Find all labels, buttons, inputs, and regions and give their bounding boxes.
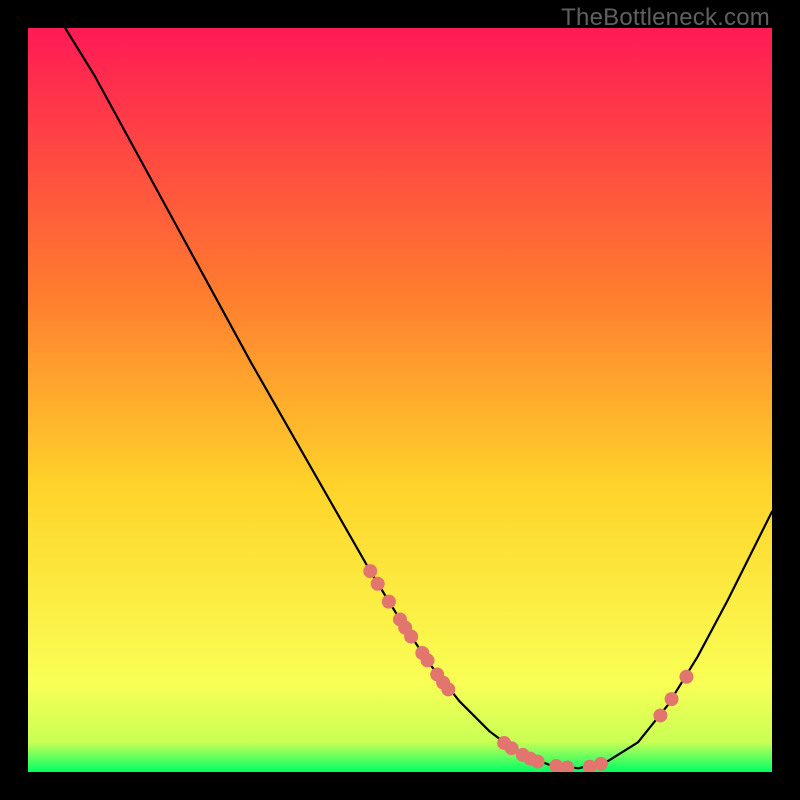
chart-stage: TheBottleneck.com bbox=[0, 0, 800, 800]
plot-background bbox=[28, 28, 772, 772]
scatter-point bbox=[421, 653, 435, 667]
scatter-point bbox=[653, 708, 667, 722]
scatter-point bbox=[531, 755, 545, 769]
scatter-point bbox=[594, 757, 608, 771]
scatter-point bbox=[665, 692, 679, 706]
scatter-point bbox=[679, 670, 693, 684]
scatter-point bbox=[371, 577, 385, 591]
scatter-point bbox=[441, 682, 455, 696]
scatter-point bbox=[363, 564, 377, 578]
watermark-label: TheBottleneck.com bbox=[561, 4, 770, 32]
scatter-point bbox=[404, 630, 418, 644]
chart-svg bbox=[28, 28, 772, 772]
scatter-point bbox=[382, 595, 396, 609]
